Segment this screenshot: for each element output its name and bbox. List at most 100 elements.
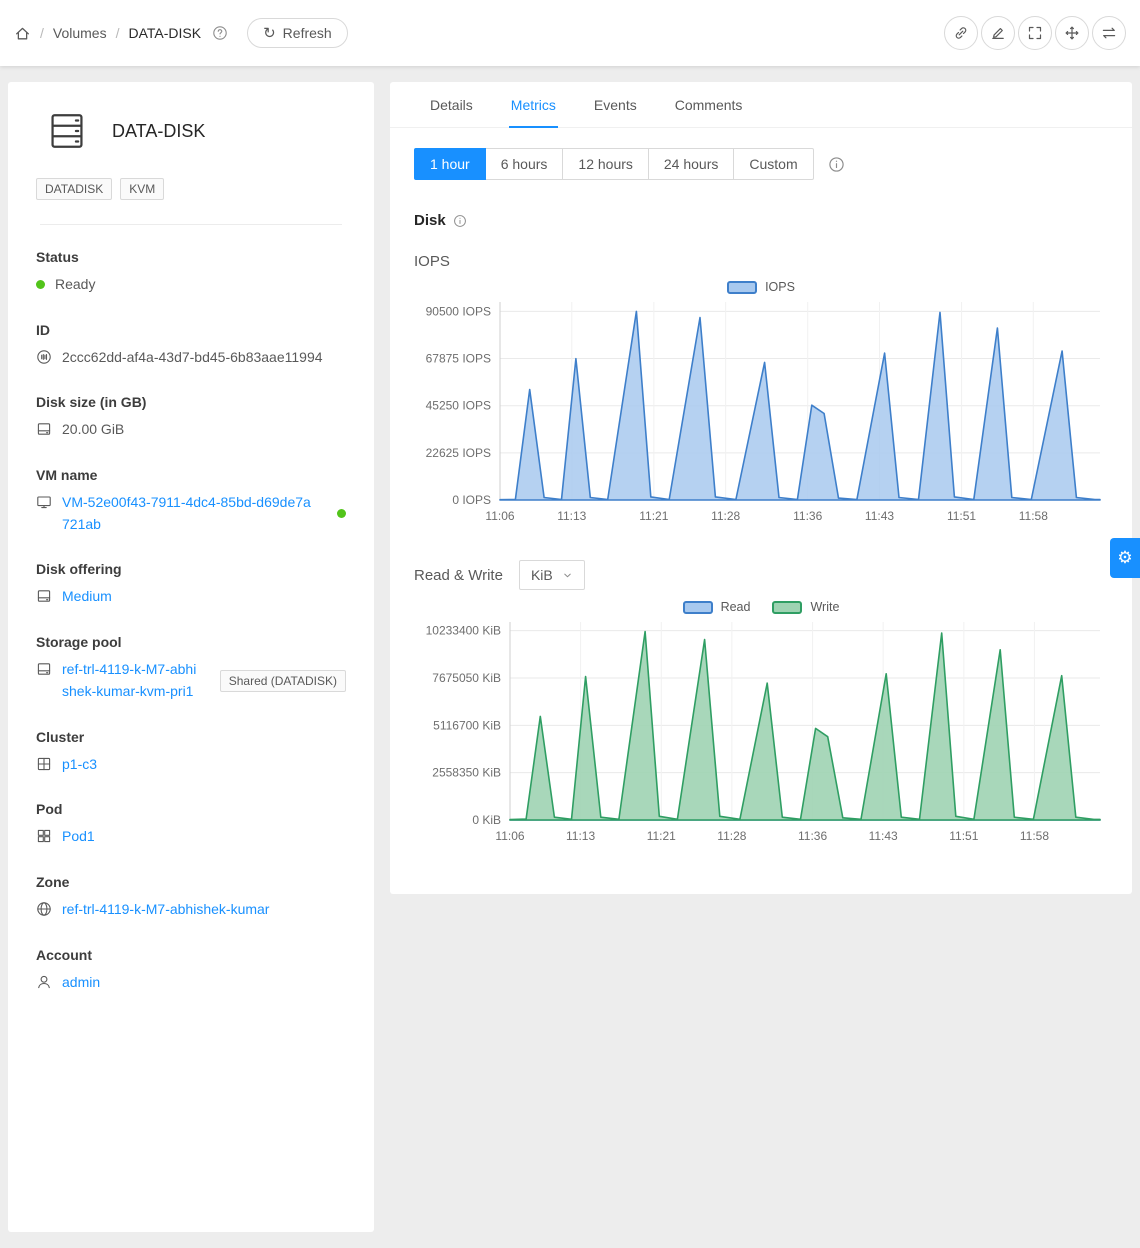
globe-icon xyxy=(36,901,52,917)
range-6-hours[interactable]: 6 hours xyxy=(486,148,564,180)
field-value-row: admin xyxy=(36,972,346,994)
disk-section-title: Disk xyxy=(414,212,446,229)
svg-text:90500 IOPS: 90500 IOPS xyxy=(426,304,491,318)
field-value-id: 2ccc62dd-af4a-43d7-bd45-6b83aae11994 xyxy=(62,347,323,369)
disk-section-header: Disk xyxy=(414,212,1108,229)
svg-text:11:43: 11:43 xyxy=(869,829,898,843)
tab-bar: Details Metrics Events Comments xyxy=(390,82,1132,128)
range-12-hours[interactable]: 12 hours xyxy=(563,148,648,180)
copy-link-button[interactable] xyxy=(944,16,978,50)
svg-text:11:13: 11:13 xyxy=(566,829,595,843)
field-value-row: ref-trl-4119-k-M7-abhishek-kumar-kvm-pri… xyxy=(36,659,346,702)
range-24-hours[interactable]: 24 hours xyxy=(649,148,734,180)
legend-item-read[interactable]: Read xyxy=(683,600,751,614)
field-id: ID2ccc62dd-af4a-43d7-bd45-6b83aae11994 xyxy=(36,322,346,369)
field-value-disk-size-in-gb: 20.00 GiB xyxy=(62,419,124,441)
move-volume-button[interactable] xyxy=(1055,16,1089,50)
field-zone: Zoneref-trl-4119-k-M7-abhishek-kumar xyxy=(36,874,346,921)
tab-comments[interactable]: Comments xyxy=(673,82,745,128)
range-1-hour[interactable]: 1 hour xyxy=(414,148,486,180)
legend-item-write[interactable]: Write xyxy=(772,600,839,614)
legend-swatch xyxy=(727,281,757,294)
svg-text:11:13: 11:13 xyxy=(557,509,586,523)
resource-info-card: DATA-DISK DATADISKKVM StatusReadyID2ccc6… xyxy=(8,82,374,1232)
detail-card: Details Metrics Events Comments 1 hour6 hou… xyxy=(390,82,1132,894)
expand-icon xyxy=(1027,25,1043,41)
svg-text:45250 IOPS: 45250 IOPS xyxy=(426,399,491,413)
svg-text:0 IOPS: 0 IOPS xyxy=(452,493,491,507)
legend-label: Read xyxy=(721,600,751,614)
readwrite-chart-label: Read & Write xyxy=(414,567,503,584)
field-value-disk-offering[interactable]: Medium xyxy=(62,586,112,608)
settings-fab[interactable]: ⚙ xyxy=(1110,538,1140,578)
field-label: Storage pool xyxy=(36,634,346,650)
field-label: Disk size (in GB) xyxy=(36,394,346,410)
field-value-row: ref-trl-4119-k-M7-abhishek-kumar xyxy=(36,899,346,921)
iops-chart-label: IOPS xyxy=(414,253,1108,270)
breadcrumb-separator: / xyxy=(116,25,120,41)
svg-text:11:21: 11:21 xyxy=(647,829,676,843)
field-value-row: VM-52e00f43-7911-4dc4-85bd-d69de7a721ab xyxy=(36,492,346,535)
svg-text:7675050 KiB: 7675050 KiB xyxy=(432,671,501,685)
disk-icon xyxy=(36,588,52,604)
refresh-button[interactable]: ↻ Refresh xyxy=(247,18,348,48)
svg-text:10233400 KiB: 10233400 KiB xyxy=(426,624,501,638)
field-account: Accountadmin xyxy=(36,947,346,994)
field-value-zone[interactable]: ref-trl-4119-k-M7-abhishek-kumar xyxy=(62,899,269,921)
svg-text:11:58: 11:58 xyxy=(1020,829,1049,843)
field-label: Pod xyxy=(36,801,346,817)
resource-header: DATA-DISK xyxy=(36,110,346,152)
field-value-account[interactable]: admin xyxy=(62,972,100,994)
barcode-icon xyxy=(36,349,52,365)
svg-text:11:28: 11:28 xyxy=(717,829,746,843)
pod-icon xyxy=(36,828,52,844)
legend-swatch xyxy=(772,601,802,614)
field-value-row: 20.00 GiB xyxy=(36,419,346,441)
svg-text:11:51: 11:51 xyxy=(947,509,976,523)
resource-tag: KVM xyxy=(120,178,164,200)
svg-text:11:36: 11:36 xyxy=(793,509,822,523)
field-value-storage-pool[interactable]: ref-trl-4119-k-M7-abhishek-kumar-kvm-pri… xyxy=(62,659,202,702)
range-custom[interactable]: Custom xyxy=(734,148,813,180)
tab-details[interactable]: Details xyxy=(428,82,475,128)
readwrite-chart: 0 KiB2558350 KiB5116700 KiB7675050 KiB10… xyxy=(414,610,1108,852)
resize-volume-button[interactable] xyxy=(1018,16,1052,50)
unit-select[interactable]: KiB xyxy=(519,560,585,590)
field-value-vm-name[interactable]: VM-52e00f43-7911-4dc4-85bd-d69de7a721ab xyxy=(62,492,311,535)
reload-icon: ↻ xyxy=(263,26,276,41)
field-pod: Pod Pod1 xyxy=(36,801,346,848)
legend-item-iops[interactable]: IOPS xyxy=(727,280,795,294)
migrate-volume-button[interactable] xyxy=(1092,16,1126,50)
vm-running-dot xyxy=(337,509,346,518)
time-range-group: 1 hour6 hours12 hours24 hoursCustom xyxy=(414,148,814,180)
svg-text:11:51: 11:51 xyxy=(949,829,978,843)
field-disk-size-in-gb: Disk size (in GB) 20.00 GiB xyxy=(36,394,346,441)
svg-text:11:58: 11:58 xyxy=(1019,509,1048,523)
page-content: DATA-DISK DATADISKKVM StatusReadyID2ccc6… xyxy=(0,66,1140,1248)
home-icon[interactable] xyxy=(14,25,31,42)
shared-chip: Shared (DATADISK) xyxy=(220,670,346,692)
help-icon[interactable] xyxy=(212,25,228,41)
breadcrumb-separator: / xyxy=(40,25,44,41)
tab-events[interactable]: Events xyxy=(592,82,639,128)
field-value-pod[interactable]: Pod1 xyxy=(62,826,95,848)
svg-text:11:06: 11:06 xyxy=(495,829,524,843)
field-vm-name: VM name VM-52e00f43-7911-4dc4-85bd-d69de7… xyxy=(36,467,346,535)
breadcrumb-current: DATA-DISK xyxy=(128,25,201,41)
top-header: / Volumes / DATA-DISK ↻ Refresh xyxy=(0,0,1140,66)
tab-metrics[interactable]: Metrics xyxy=(509,82,558,128)
field-value-cluster[interactable]: p1-c3 xyxy=(62,754,97,776)
gear-icon: ⚙ xyxy=(1117,548,1132,568)
edit-button[interactable] xyxy=(981,16,1015,50)
header-actions xyxy=(944,16,1126,50)
refresh-label: Refresh xyxy=(283,25,332,41)
field-value-row: Ready xyxy=(36,274,346,296)
iops-chart-svg: 0 IOPS22625 IOPS45250 IOPS67875 IOPS9050… xyxy=(414,290,1108,532)
field-label: VM name xyxy=(36,467,346,483)
breadcrumb-volumes[interactable]: Volumes xyxy=(53,25,107,41)
field-value-row: 2ccc62dd-af4a-43d7-bd45-6b83aae11994 xyxy=(36,347,346,369)
svg-text:67875 IOPS: 67875 IOPS xyxy=(426,352,491,366)
desktop-icon xyxy=(36,494,52,510)
disk-info-icon[interactable] xyxy=(453,214,467,228)
time-range-info-icon[interactable] xyxy=(828,156,845,173)
